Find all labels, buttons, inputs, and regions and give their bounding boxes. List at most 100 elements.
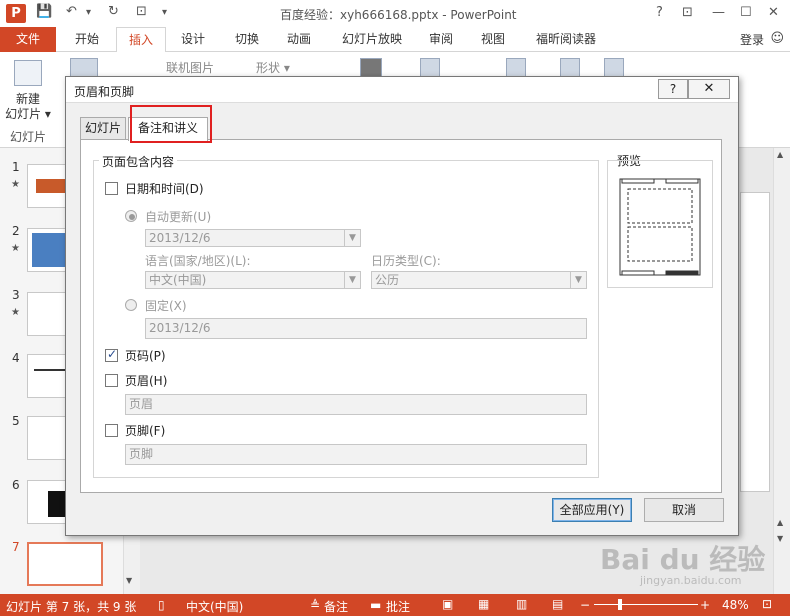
vertical-scrollbar[interactable]: ▲ ▲ ▼ [773, 148, 790, 594]
animation-star-icon: ★ [11, 179, 20, 190]
online-pictures-button[interactable]: 联机图片 [166, 59, 214, 76]
dialog-help-button[interactable]: ? [658, 79, 688, 99]
tab-foxit-reader[interactable]: 福昕阅读器 [528, 27, 604, 52]
thumb-number: 6 [12, 478, 20, 492]
normal-view-icon[interactable]: ▣ [442, 597, 453, 611]
thumb-number: 4 [12, 351, 20, 365]
preview-page-number [665, 270, 699, 276]
prev-slide-icon[interactable]: ▲ [777, 518, 783, 527]
next-slide-icon[interactable]: ▼ [777, 534, 783, 543]
header-footer-dialog: 页眉和页脚 ? ✕ 幻灯片 备注和讲义 页面包含内容 日期和时间(D) 自动更新… [65, 76, 739, 536]
language-status[interactable]: 中文(中国) [186, 598, 243, 615]
dialog-close-button[interactable]: ✕ [688, 79, 730, 99]
auto-update-label: 自动更新(U) [145, 210, 212, 224]
page-number-checkbox[interactable] [105, 347, 118, 362]
new-slide-button[interactable]: 新建 幻灯片 ▾ [4, 92, 52, 122]
customize-qat-icon[interactable]: ▾ [162, 7, 167, 18]
close-icon[interactable]: ✕ [768, 5, 779, 20]
tab-transitions[interactable]: 切换 [224, 27, 270, 52]
zoom-in-button[interactable]: + [700, 598, 710, 612]
language-select[interactable]: 中文(中国) ▼ [145, 271, 361, 289]
zoom-slider-thumb[interactable] [618, 599, 622, 610]
calendar-type-label: 日历类型(C): [371, 254, 441, 268]
language-value: 中文(中国) [149, 273, 207, 287]
page-number-label: 页码(P) [125, 349, 166, 363]
header-checkbox[interactable] [105, 374, 118, 387]
thumb-image [36, 179, 66, 193]
date-time-checkbox[interactable] [105, 182, 118, 195]
ribbon-display-icon[interactable]: ⊡ [682, 5, 693, 20]
title-bar: P 💾 ↶ ▾ ↻ ⊡ ▾ 百度经验：xyh666168.pptx - Powe… [0, 0, 790, 27]
fixed-date-input[interactable]: 2013/12/6 [145, 318, 587, 339]
reading-view-icon[interactable]: ▥ [516, 597, 527, 611]
auto-update-date-select[interactable]: 2013/12/6 ▼ [145, 229, 361, 247]
tab-home[interactable]: 开始 [62, 27, 112, 52]
tab-slide[interactable]: 幻灯片 [80, 117, 126, 140]
slide-thumbnail-7[interactable] [27, 542, 103, 586]
tab-slideshow[interactable]: 幻灯片放映 [332, 27, 412, 52]
window-title: 百度经验：xyh666168.pptx - PowerPoint [280, 8, 517, 22]
redo-icon[interactable]: ↻ [108, 4, 119, 19]
footer-checkbox[interactable] [105, 424, 118, 437]
fixed-radio[interactable] [125, 299, 137, 311]
thumb-number: 3 [12, 288, 20, 302]
spellcheck-icon[interactable]: ▯ [158, 598, 165, 612]
status-bar: 幻灯片 第 7 张，共 9 张 ▯ 中文(中国) ≜ 备注 ▬ 批注 ▣ ▦ ▥… [0, 594, 790, 616]
slide-sorter-icon[interactable]: ▦ [478, 597, 489, 611]
fit-slide-icon[interactable]: ⊡ [762, 597, 772, 611]
help-icon[interactable]: ? [656, 5, 663, 20]
footer-input[interactable]: 页脚 [125, 444, 587, 465]
chevron-down-icon: ▼ [570, 272, 586, 288]
cancel-button[interactable]: 取消 [644, 498, 724, 522]
fixed-label: 固定(X) [145, 299, 187, 313]
save-icon[interactable]: 💾 [36, 4, 52, 19]
footer-value: 页脚 [129, 447, 154, 461]
tab-review[interactable]: 审阅 [420, 27, 462, 52]
zoom-out-button[interactable]: − [580, 598, 590, 612]
language-label: 语言(国家/地区)(L): [145, 254, 251, 268]
animation-star-icon: ★ [11, 307, 20, 318]
apply-all-button[interactable]: 全部应用(Y) [552, 498, 632, 522]
preview-footer-left [621, 270, 655, 276]
undo-icon[interactable]: ↶ [66, 4, 77, 19]
slideshow-view-icon[interactable]: ▤ [552, 597, 563, 611]
auto-update-radio[interactable] [125, 210, 137, 222]
preview-box [607, 160, 713, 288]
date-time-label: 日期和时间(D) [125, 182, 204, 196]
footer-label: 页脚(F) [125, 424, 166, 438]
preview-header-right [665, 178, 699, 184]
zoom-level[interactable]: 48% [722, 598, 749, 612]
header-value: 页眉 [129, 397, 154, 411]
tab-file[interactable]: 文件 [0, 27, 56, 52]
header-input[interactable]: 页眉 [125, 394, 587, 415]
tab-view[interactable]: 视图 [472, 27, 514, 52]
tab-animations[interactable]: 动画 [276, 27, 322, 52]
login-link[interactable]: 登录 [740, 31, 764, 48]
zoom-slider[interactable] [594, 604, 698, 605]
preview-header-left [621, 178, 655, 184]
new-slide-icon[interactable] [14, 60, 42, 86]
thumb-number: 7 [12, 540, 20, 554]
notes-button[interactable]: 备注 [324, 598, 348, 615]
undo-dropdown-icon[interactable]: ▾ [86, 7, 91, 18]
tab-insert[interactable]: 插入 [116, 27, 166, 53]
animation-star-icon: ★ [11, 243, 20, 254]
scroll-up-icon[interactable]: ▲ [777, 150, 783, 159]
dialog-title-bar: 页眉和页脚 ? ✕ [66, 77, 738, 103]
header-label: 页眉(H) [125, 374, 168, 388]
present-icon[interactable]: ⊡ [136, 4, 147, 19]
baidu-watermark-logo: Bai du 经验 [600, 543, 766, 576]
minimize-icon[interactable]: — [712, 5, 725, 20]
slide-info: 幻灯片 第 7 张，共 9 张 [6, 600, 137, 614]
thumb-image [32, 233, 66, 267]
maximize-icon[interactable]: ☐ [740, 5, 752, 20]
slide-canvas[interactable] [740, 192, 770, 492]
shapes-button[interactable]: 形状 ▾ [256, 59, 290, 76]
comments-icon[interactable]: ▬ [370, 598, 381, 612]
tab-design[interactable]: 设计 [170, 27, 216, 52]
scroll-down-icon[interactable]: ▼ [126, 576, 132, 585]
comments-button[interactable]: 批注 [386, 598, 410, 615]
calendar-type-select[interactable]: 公历 ▼ [371, 271, 587, 289]
user-icon[interactable]: ☺ [770, 31, 784, 46]
notes-icon[interactable]: ≜ [310, 598, 320, 612]
